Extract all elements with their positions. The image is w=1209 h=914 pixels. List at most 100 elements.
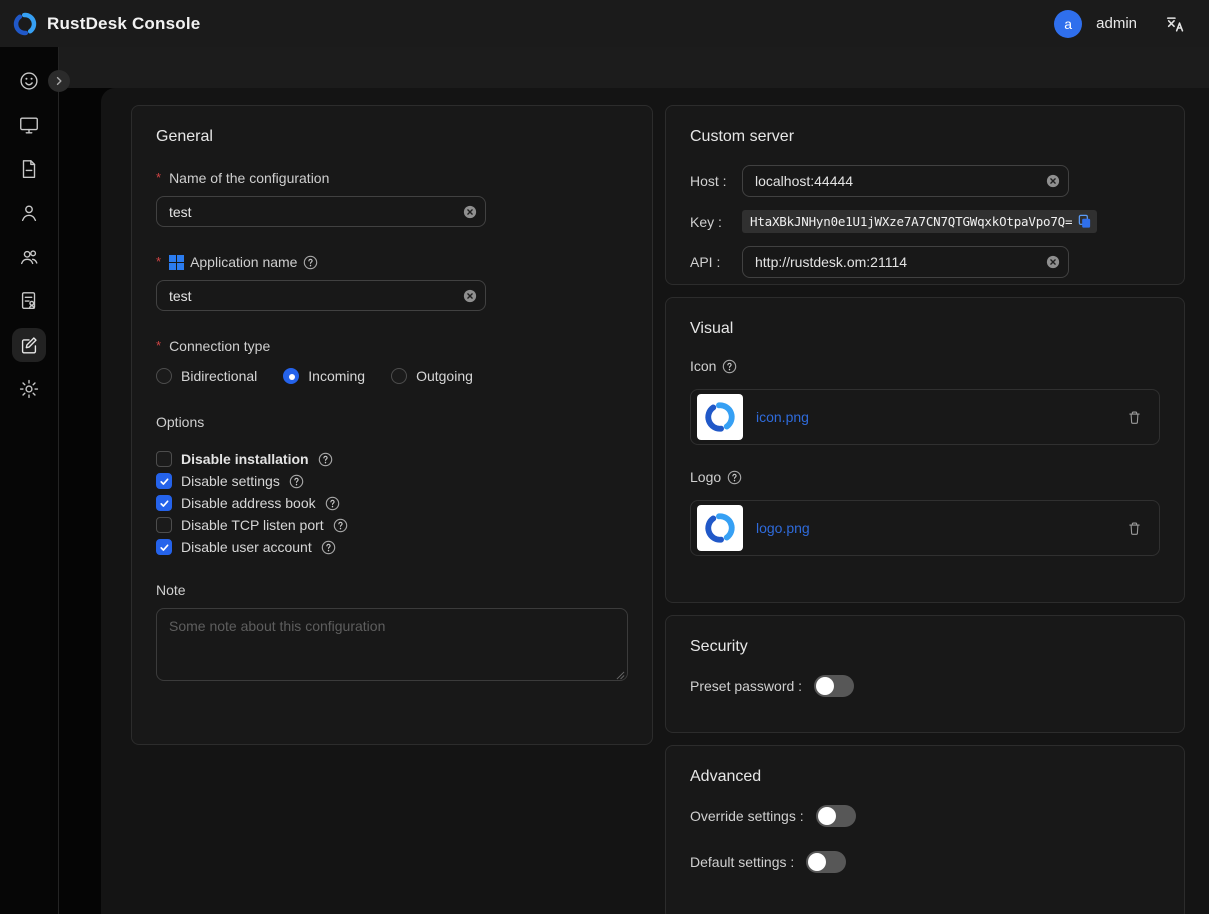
key-value: HtaXBkJNHyn0e1U1jWXze7A7CN7QTGWqxkOtpaVp…: [750, 214, 1072, 229]
sidebar-item-settings[interactable]: [9, 367, 49, 411]
option-label: Disable address book: [181, 495, 316, 511]
help-icon[interactable]: [303, 255, 318, 270]
users-icon: [12, 240, 46, 274]
config-name-label: Name of the configuration: [169, 170, 329, 186]
clear-icon[interactable]: [463, 289, 477, 303]
api-label: API :: [690, 254, 742, 270]
main-panel: General * Name of the configuration *: [101, 88, 1209, 914]
checkbox[interactable]: [156, 517, 172, 533]
trash-icon[interactable]: [1126, 409, 1143, 426]
option-label: Disable user account: [181, 539, 312, 555]
avatar[interactable]: a: [1054, 10, 1082, 38]
sidebar-item-groups[interactable]: [9, 235, 49, 279]
option-label: Disable installation: [181, 451, 309, 467]
option-disable-installation[interactable]: Disable installation: [156, 448, 628, 470]
default-settings-toggle[interactable]: [806, 851, 846, 873]
document-icon: [12, 152, 46, 186]
option-disable-user-account[interactable]: Disable user account: [156, 536, 628, 558]
sidebar-item-custom-clients[interactable]: [9, 323, 49, 367]
clear-icon[interactable]: [1046, 255, 1060, 269]
app-title: RustDesk Console: [47, 14, 200, 34]
header-strip: [59, 47, 1209, 88]
help-icon[interactable]: [727, 470, 742, 485]
sidebar-collapse-button[interactable]: [48, 70, 70, 92]
override-settings-label: Override settings :: [690, 808, 804, 824]
logo-upload-box: logo.png: [690, 500, 1160, 556]
radio-label: Outgoing: [416, 368, 473, 384]
key-value-chip: HtaXBkJNHyn0e1U1jWXze7A7CN7QTGWqxkOtpaVp…: [742, 210, 1097, 233]
option-disable-address-book[interactable]: Disable address book: [156, 492, 628, 514]
required-marker: *: [156, 254, 161, 269]
logo-file-link[interactable]: logo.png: [756, 520, 810, 536]
api-input[interactable]: [742, 246, 1069, 278]
help-icon[interactable]: [325, 496, 340, 511]
options-label: Options: [156, 414, 628, 430]
checkbox[interactable]: [156, 451, 172, 467]
sidebar-item-dashboard[interactable]: [9, 59, 49, 103]
radio-incoming[interactable]: Incoming: [283, 368, 365, 384]
host-label: Host :: [690, 173, 742, 189]
clear-icon[interactable]: [463, 205, 477, 219]
copy-icon[interactable]: [1077, 214, 1092, 229]
checkbox[interactable]: [156, 473, 172, 489]
radio-outgoing[interactable]: Outgoing: [391, 368, 473, 384]
visual-title: Visual: [690, 320, 1160, 338]
option-label: Disable TCP listen port: [181, 517, 324, 533]
application-name-label: Application name: [190, 254, 297, 270]
required-marker: *: [156, 338, 161, 353]
note-label: Note: [156, 582, 628, 598]
advanced-card: Advanced Override settings : Default set…: [665, 745, 1185, 914]
icon-file-link[interactable]: icon.png: [756, 409, 809, 425]
custom-server-title: Custom server: [690, 128, 1160, 146]
option-label: Disable settings: [181, 473, 280, 489]
sidebar: [0, 47, 59, 914]
note-textarea[interactable]: [156, 608, 628, 681]
topbar: RustDesk Console a admin: [0, 0, 1209, 47]
radio-control[interactable]: [283, 368, 299, 384]
visual-card: Visual Icon icon.png: [665, 297, 1185, 603]
sidebar-item-licenses[interactable]: [9, 279, 49, 323]
brand: RustDesk Console: [12, 11, 200, 37]
checkbox[interactable]: [156, 539, 172, 555]
trash-icon[interactable]: [1126, 520, 1143, 537]
default-settings-label: Default settings :: [690, 854, 794, 870]
option-disable-settings[interactable]: Disable settings: [156, 470, 628, 492]
key-label: Key :: [690, 214, 742, 230]
application-name-input[interactable]: [156, 280, 486, 311]
logo-thumbnail: [697, 505, 743, 551]
translate-icon[interactable]: [1165, 14, 1185, 34]
logo-label: Logo: [690, 469, 721, 485]
radio-label: Bidirectional: [181, 368, 257, 384]
sidebar-item-devices[interactable]: [9, 103, 49, 147]
required-marker: *: [156, 170, 161, 185]
preset-password-toggle[interactable]: [814, 675, 854, 697]
user-icon: [12, 196, 46, 230]
help-icon[interactable]: [289, 474, 304, 489]
icon-label: Icon: [690, 358, 716, 374]
rustdesk-logo-icon: [12, 11, 38, 37]
help-icon[interactable]: [321, 540, 336, 555]
preset-password-label: Preset password :: [690, 678, 802, 694]
option-disable-tcp-listen-port[interactable]: Disable TCP listen port: [156, 514, 628, 536]
clear-icon[interactable]: [1046, 174, 1060, 188]
sidebar-item-users[interactable]: [9, 191, 49, 235]
user-name[interactable]: admin: [1096, 15, 1137, 32]
help-icon[interactable]: [318, 452, 333, 467]
help-icon[interactable]: [722, 359, 737, 374]
sidebar-item-audit-log[interactable]: [9, 147, 49, 191]
radio-label: Incoming: [308, 368, 365, 384]
config-name-input[interactable]: [156, 196, 486, 227]
override-settings-toggle[interactable]: [816, 805, 856, 827]
icon-upload-box: icon.png: [690, 389, 1160, 445]
resize-handle-icon[interactable]: [616, 671, 625, 680]
custom-server-card: Custom server Host : Key : HtaXBkJNHyn0e…: [665, 105, 1185, 285]
host-input[interactable]: [742, 165, 1069, 197]
radio-bidirectional[interactable]: Bidirectional: [156, 368, 257, 384]
general-card: General * Name of the configuration *: [131, 105, 653, 745]
options-group: Disable installation Disable settings Di…: [156, 448, 628, 558]
radio-control[interactable]: [391, 368, 407, 384]
radio-control[interactable]: [156, 368, 172, 384]
checkbox[interactable]: [156, 495, 172, 511]
help-icon[interactable]: [333, 518, 348, 533]
advanced-title: Advanced: [690, 768, 1160, 786]
